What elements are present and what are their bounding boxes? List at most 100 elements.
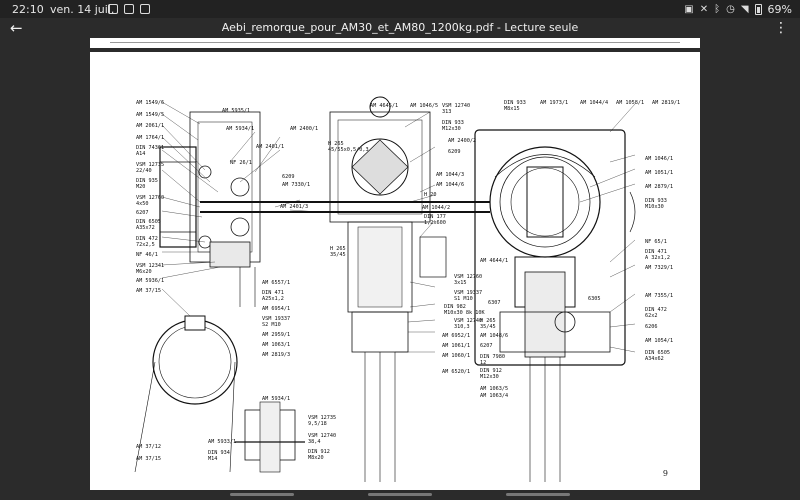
part-label: AM 6952/1 [442, 333, 470, 339]
part-label: M6x20 [136, 269, 152, 275]
part-label: M12x30 [442, 126, 461, 132]
nav-handle-left[interactable] [230, 493, 294, 496]
part-label: AM 7355/1 [645, 293, 673, 299]
part-label: 4x50 [136, 201, 149, 207]
part-label: AM 1046/1 [645, 156, 673, 162]
part-label: A34x62 [645, 356, 664, 362]
part-label: AM 37/12 [136, 444, 161, 450]
part-label: AM 1063/4 [480, 393, 508, 399]
part-label: AM 1054/1 [645, 338, 673, 344]
part-label: AM 5934/1 [262, 396, 290, 402]
part-label: AM 2400/2 [448, 138, 476, 144]
part-label: AM 1063/5 [480, 386, 508, 392]
part-label: M14 [208, 456, 217, 462]
part-label: 9,5/18 [308, 421, 327, 427]
part-label: AM 2061/1 [136, 123, 164, 129]
part-label: 38,4 [308, 439, 321, 445]
part-label: 6305 [588, 296, 601, 302]
part-label: AM 5934/1 [226, 126, 254, 132]
part-label: AM 7330/1 [282, 182, 310, 188]
part-label: 72x2,5 [136, 242, 155, 248]
part-label: AM 2959/1 [262, 332, 290, 338]
mute-icon: ✕ [699, 4, 709, 15]
part-label: AM 1044/2 [422, 205, 450, 211]
part-label: S2 M10 [262, 322, 281, 328]
part-label: 6209 [282, 174, 295, 180]
part-label: M10x30 [645, 204, 664, 210]
part-label: AM 37/15 [136, 288, 161, 294]
part-label: AM 2819/3 [262, 352, 290, 358]
bluetooth-icon: ᛒ [714, 4, 721, 15]
wifi-icon: ◥ [740, 4, 749, 15]
part-label: AM 1058/1 [616, 100, 644, 106]
part-label: S1 M10 [454, 296, 473, 302]
part-label: AM 1549/6 [136, 100, 164, 106]
part-label: 45/55x0,5/0,3 [328, 147, 369, 153]
lock-icon: ▣ [684, 4, 694, 15]
part-label: AM 1044/3 [436, 172, 464, 178]
part-label: AM 2819/1 [652, 100, 680, 106]
part-label: AM 1046/5 [410, 103, 438, 109]
part-label: 3x15 [454, 280, 467, 286]
part-label: AM 1044/6 [436, 182, 464, 188]
part-label: 22/40 [136, 168, 152, 174]
app-bar: ← Aebi_remorque_pour_AM30_et_AM80_1200kg… [0, 18, 800, 38]
part-label: NF 46/1 [136, 252, 158, 258]
nav-handle-right[interactable] [506, 493, 570, 496]
part-label: A14 [136, 151, 145, 157]
part-label: M8x20 [308, 455, 324, 461]
part-label: 35/45 [480, 324, 496, 330]
part-label: AM 5933/1 [208, 439, 236, 445]
status-time: 22:10 [12, 3, 44, 16]
part-label: NF 26/1 [230, 160, 252, 166]
part-label: 313 [442, 109, 451, 115]
part-label: H 20 [424, 192, 437, 198]
status-bar: 22:10 ven. 14 juil. ▣ ✕ ᛒ ◷ ◥ 69% [0, 0, 800, 18]
part-label: 6209 [448, 149, 461, 155]
part-label: AM 6520/1 [442, 369, 470, 375]
part-label: A35x72 [136, 225, 155, 231]
alarm-icon: ◷ [726, 4, 735, 15]
nav-handle-home[interactable] [368, 493, 432, 496]
previous-page-edge [90, 38, 700, 48]
part-label: M12x30 [480, 374, 499, 380]
left-housing [189, 111, 261, 263]
gallery-icon [108, 4, 118, 14]
part-label: M10x30 8k 10K [444, 310, 485, 316]
battery-level: 69% [767, 3, 792, 16]
part-label: 35/45 [330, 252, 346, 258]
part-label: AM 37/15 [136, 456, 161, 462]
part-label: AM 1051/1 [645, 170, 673, 176]
part-label: AM 1048/6 [480, 333, 508, 339]
page-number: 9 [662, 469, 668, 478]
part-label: AM 2879/1 [645, 184, 673, 190]
part-label: AM 2401/1 [256, 144, 284, 150]
pdf-page[interactable]: AM 1549/6 AM 5935/1 AM 1549/5 AM 5934/1 … [90, 52, 700, 490]
part-label: AM 7329/1 [645, 265, 673, 271]
part-label: 6307 [488, 300, 501, 306]
checkbox-icon [124, 4, 134, 14]
part-label: AM 1044/4 [580, 100, 608, 106]
part-label: M20 [136, 184, 145, 190]
part-label: AM 6557/1 [262, 280, 290, 286]
part-label: AM 4644/1 [480, 258, 508, 264]
part-label: AM 6954/1 [262, 306, 290, 312]
part-label: A25x1,2 [262, 296, 284, 302]
part-label: AM 2401/3 [280, 204, 308, 210]
part-label: 6207 [480, 343, 493, 349]
more-vertical-icon[interactable]: ⋮ [774, 20, 788, 36]
status-date: ven. 14 juil. [50, 3, 115, 16]
part-label: NF 65/1 [645, 239, 667, 245]
part-label: AM 1061/1 [442, 343, 470, 349]
part-label: AM 1764/1 [136, 135, 164, 141]
previous-page-rule [110, 42, 680, 43]
part-label: 6207 [136, 210, 149, 216]
system-icons: ▣ ✕ ᛒ ◷ ◥ 69% [684, 3, 792, 16]
part-label: AM 2400/1 [290, 126, 318, 132]
part-label: 310,3 [454, 324, 470, 330]
document-title: Aebi_remorque_pour_AM30_et_AM80_1200kg.p… [221, 21, 579, 34]
part-label: 12 [480, 360, 486, 366]
part-label: AM 1060/1 [442, 353, 470, 359]
technical-drawing: AM 1549/6 AM 5935/1 AM 1549/5 AM 5934/1 … [134, 96, 680, 482]
part-label: 1,2x600 [424, 220, 446, 226]
